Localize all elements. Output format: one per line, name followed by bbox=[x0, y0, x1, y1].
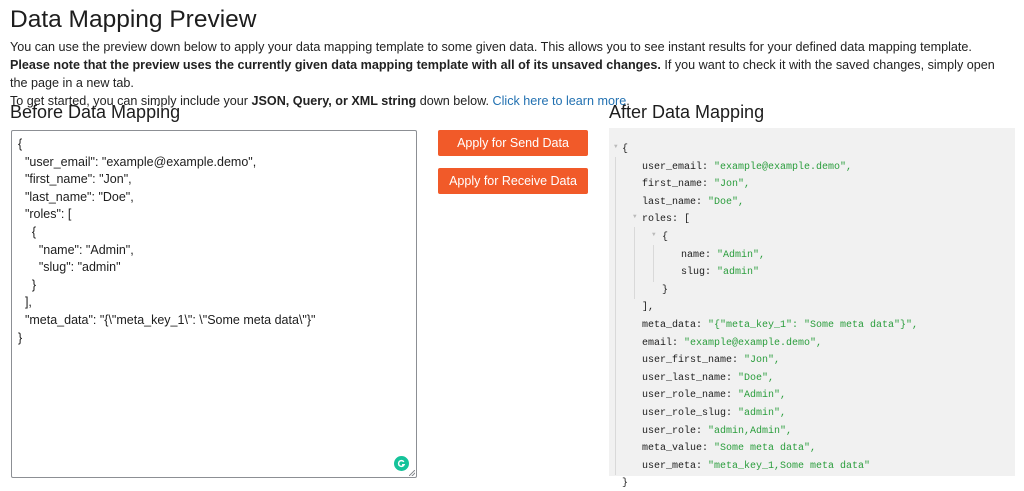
indent-guide bbox=[653, 244, 654, 282]
json-key: slug: bbox=[681, 267, 718, 279]
json-close-brace: } bbox=[622, 478, 629, 490]
json-open-brace: { bbox=[622, 144, 629, 155]
json-value: "Doe", bbox=[738, 372, 775, 384]
output-json-viewer: ▼ { user_email: "example@example.demo", fir… bbox=[609, 128, 1015, 489]
after-mapping-title: After Data Mapping bbox=[609, 102, 765, 122]
json-value: "meta_key_1,Some meta data" bbox=[708, 460, 871, 472]
json-key: first_name: bbox=[642, 179, 715, 191]
json-key: user_role: bbox=[642, 425, 709, 437]
json-key: user_meta: bbox=[642, 460, 709, 472]
indent-guide bbox=[615, 156, 616, 476]
json-field: slug: "admin" bbox=[681, 266, 759, 280]
intro-p1: You can use the preview down below to ap… bbox=[10, 40, 972, 54]
json-key: user_last_name: bbox=[642, 372, 739, 384]
json-value: "{"meta_key_1": "Some meta data"}", bbox=[708, 320, 919, 331]
json-field: meta_value: "Some meta data", bbox=[642, 442, 816, 456]
json-key: user_role_slug: bbox=[642, 408, 739, 419]
json-key: name: bbox=[681, 249, 718, 261]
intro-text: You can use the preview down below to ap… bbox=[10, 38, 1015, 110]
json-value: "Admin", bbox=[738, 390, 787, 402]
json-roles-key: roles: [ bbox=[642, 214, 691, 226]
json-field: user_meta: "meta_key_1,Some meta data" bbox=[642, 460, 870, 474]
collapse-triangle-icon[interactable]: ▼ bbox=[633, 214, 637, 220]
json-key: user_email: bbox=[642, 161, 715, 173]
intro-p2-bold: JSON, Query, or XML string bbox=[251, 94, 417, 108]
json-value: "admin", bbox=[738, 408, 787, 419]
resize-handle-icon[interactable] bbox=[409, 470, 415, 476]
json-key: meta_value: bbox=[642, 443, 715, 455]
input-data-value[interactable]: { "user_email": "example@example.demo", … bbox=[18, 136, 315, 347]
json-field: name: "Admin", bbox=[681, 249, 765, 263]
json-field: meta_data: "{"meta_key_1": "Some meta da… bbox=[642, 319, 918, 333]
json-field: first_name: "Jon", bbox=[642, 178, 750, 192]
page-title: Data Mapping Preview bbox=[10, 6, 257, 33]
json-value: "example@example.demo", bbox=[684, 337, 823, 349]
indent-guide bbox=[634, 227, 635, 300]
json-key: meta_data: bbox=[642, 320, 709, 331]
json-key: user_first_name: bbox=[642, 355, 745, 367]
json-value: "Some meta data", bbox=[714, 443, 817, 455]
intro-p1-bold: Please note that the preview uses the cu… bbox=[10, 58, 661, 72]
json-field: last_name: "Doe", bbox=[642, 196, 744, 210]
learn-more-link[interactable]: Click here to learn more bbox=[493, 94, 627, 108]
apply-receive-data-button[interactable]: Apply for Receive Data bbox=[438, 168, 588, 194]
json-value: "admin,Admin", bbox=[708, 425, 793, 437]
json-field: user_role_slug: "admin", bbox=[642, 407, 786, 421]
json-field: user_last_name: "Doe", bbox=[642, 372, 774, 386]
json-item-open: { bbox=[662, 232, 669, 243]
json-key: user_role_name: bbox=[642, 390, 739, 402]
json-field: email: "example@example.demo", bbox=[642, 337, 822, 351]
json-field: user_role_name: "Admin", bbox=[642, 389, 786, 403]
collapse-triangle-icon[interactable]: ▼ bbox=[614, 144, 618, 150]
json-value: "Doe", bbox=[708, 196, 745, 208]
json-field: user_first_name: "Jon", bbox=[642, 354, 780, 368]
grammarly-icon[interactable] bbox=[394, 456, 409, 471]
json-value: "Jon", bbox=[744, 355, 781, 367]
json-field: user_role: "admin,Admin", bbox=[642, 425, 792, 439]
json-value: "admin" bbox=[717, 267, 760, 279]
json-value: "Jon", bbox=[714, 179, 751, 191]
intro-p2-tail: down below. bbox=[416, 94, 493, 108]
json-key: last_name: bbox=[642, 196, 709, 208]
before-mapping-title: Before Data Mapping bbox=[10, 102, 181, 122]
json-key: email: bbox=[642, 337, 685, 349]
json-value: "Admin", bbox=[717, 249, 766, 261]
apply-send-data-button[interactable]: Apply for Send Data bbox=[438, 130, 588, 156]
input-data-textarea[interactable]: { "user_email": "example@example.demo", … bbox=[11, 130, 417, 478]
json-roles-close: ], bbox=[642, 302, 655, 314]
json-field: user_email: "example@example.demo", bbox=[642, 161, 852, 175]
json-value: "example@example.demo", bbox=[714, 161, 853, 173]
json-item-close: } bbox=[662, 284, 669, 296]
collapse-triangle-icon[interactable]: ▼ bbox=[652, 232, 656, 238]
